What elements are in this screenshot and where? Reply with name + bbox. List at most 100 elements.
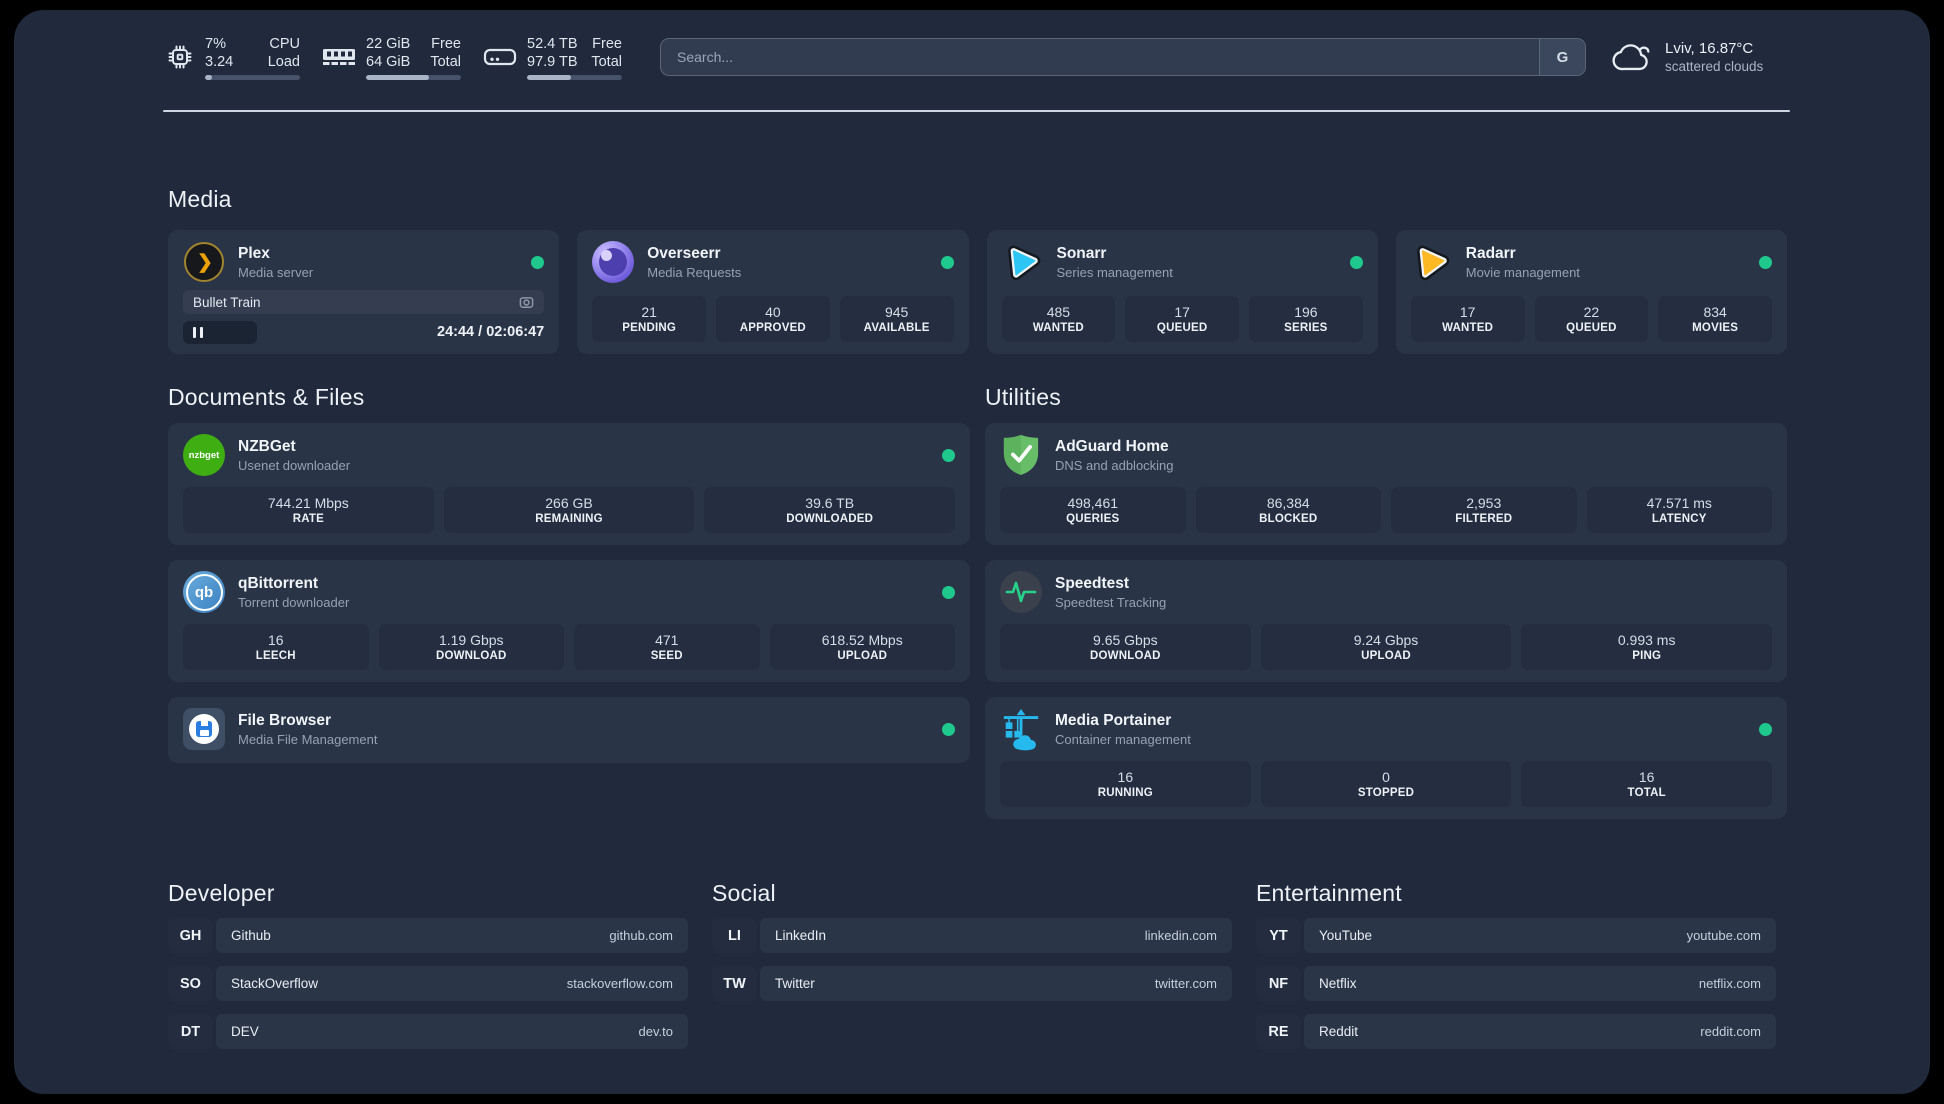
app-card-adguard[interactable]: AdGuard Home DNS and adblocking 498,461 Q… bbox=[985, 423, 1787, 545]
cpu-load-value: 3.24 bbox=[205, 53, 234, 70]
adguard-icon bbox=[1000, 434, 1042, 476]
now-playing-row: Bullet Train bbox=[183, 290, 545, 314]
header-divider bbox=[163, 110, 1790, 112]
app-card-filebrowser[interactable]: File Browser Media File Management bbox=[168, 697, 970, 763]
app-subtitle: Media File Management bbox=[238, 731, 378, 747]
app-card-portainer[interactable]: Media Portainer Container management 16 R… bbox=[985, 697, 1787, 819]
bookmark-abbr: LI bbox=[712, 918, 757, 953]
stat-ping: 0.993 ms PING bbox=[1521, 624, 1773, 670]
bookmark-name: Github bbox=[231, 928, 271, 943]
app-subtitle: DNS and adblocking bbox=[1055, 457, 1174, 473]
stat-wanted: 17 WANTED bbox=[1410, 296, 1525, 342]
disk-free-value: 52.4 TB bbox=[527, 35, 578, 52]
total-label: Total bbox=[591, 53, 622, 70]
stat-pending: 21 PENDING bbox=[592, 296, 706, 342]
app-card-nzbget[interactable]: nzbget NZBGet Usenet downloader 744.21 M… bbox=[168, 423, 970, 545]
section-title-developer: Developer bbox=[168, 880, 275, 906]
stat-movies: 834 MOVIES bbox=[1658, 296, 1772, 342]
app-subtitle: Speedtest Tracking bbox=[1055, 594, 1167, 610]
developer-links: GH Github github.com SO StackOverflow stac… bbox=[168, 918, 688, 1049]
stat-running: 16 RUNNING bbox=[1000, 761, 1251, 807]
app-card-speedtest[interactable]: Speedtest Speedtest Tracking 9.65 Gbps DO… bbox=[985, 560, 1787, 682]
filebrowser-icon bbox=[183, 708, 225, 750]
stat-upload: 618.52 Mbps UPLOAD bbox=[769, 624, 955, 670]
bookmark-linkedin[interactable]: LI LinkedIn linkedin.com bbox=[712, 918, 1232, 953]
status-dot bbox=[940, 255, 954, 269]
section-title-entertainment: Entertainment bbox=[1256, 880, 1402, 906]
memory-stat: 22 GiB Free 64 GiB Total bbox=[322, 35, 461, 80]
sonarr-icon bbox=[1002, 241, 1044, 283]
free-label: Free bbox=[431, 35, 461, 52]
stat-seed: 471 SEED bbox=[574, 624, 760, 670]
search-provider-button[interactable]: G bbox=[1539, 39, 1585, 75]
bookmark-dev[interactable]: DT DEV dev.to bbox=[168, 1014, 688, 1049]
stat-downloaded: 39.6 TB DOWNLOADED bbox=[704, 487, 956, 533]
search-input[interactable] bbox=[661, 39, 1539, 75]
stat-stopped: 0 STOPPED bbox=[1260, 761, 1512, 807]
section-title-utilities: Utilities bbox=[985, 384, 1061, 410]
bookmark-abbr: NF bbox=[1256, 966, 1301, 1001]
app-name: Radarr bbox=[1465, 244, 1516, 262]
app-name: File Browser bbox=[238, 711, 332, 729]
status-dot bbox=[942, 448, 955, 462]
bookmark-reddit[interactable]: RE Reddit reddit.com bbox=[1256, 1014, 1776, 1049]
status-dot bbox=[1349, 255, 1363, 269]
stat-download: 9.65 Gbps DOWNLOAD bbox=[1000, 624, 1251, 670]
weather-condition: scattered clouds bbox=[1665, 58, 1764, 74]
disk-progress-bar bbox=[527, 74, 622, 80]
camera-icon bbox=[519, 296, 534, 308]
app-card-radarr[interactable]: Radarr Movie management 17 WANTED 22 QUEUE… bbox=[1395, 230, 1787, 354]
bookmark-github[interactable]: GH Github github.com bbox=[168, 918, 688, 953]
bookmark-abbr: DT bbox=[168, 1014, 213, 1049]
portainer-icon bbox=[1000, 708, 1042, 751]
stat-series: 196 SERIES bbox=[1249, 296, 1363, 342]
nzbget-icon: nzbget bbox=[183, 434, 225, 476]
media-grid: ❯ Plex Media server Bullet Train 24:44 /… bbox=[168, 230, 1787, 354]
stat-blocked: 86,384 BLOCKED bbox=[1195, 487, 1381, 533]
cpu-progress-bar bbox=[205, 74, 300, 80]
memory-free-value: 22 GiB bbox=[366, 35, 411, 52]
memory-progress-bar bbox=[366, 74, 461, 80]
app-subtitle: Container management bbox=[1055, 731, 1191, 747]
app-card-plex[interactable]: ❯ Plex Media server Bullet Train 24:44 /… bbox=[168, 230, 560, 354]
weather-widget: Lviv, 16.87°C scattered clouds bbox=[1612, 39, 1790, 76]
stat-available: 945 AVAILABLE bbox=[839, 296, 954, 342]
entertainment-links: YT YouTube youtube.com NF Netflix netflix.… bbox=[1256, 918, 1776, 1049]
app-card-overseerr[interactable]: Overseerr Media Requests 21 PENDING 40 APP… bbox=[577, 230, 969, 354]
bookmark-stackoverflow[interactable]: SO StackOverflow stackoverflow.com bbox=[168, 966, 688, 1001]
app-subtitle: Series management bbox=[1056, 264, 1173, 280]
free-label: Free bbox=[592, 35, 622, 52]
stat-total: 16 TOTAL bbox=[1521, 761, 1773, 807]
stat-latency: 47.571 ms LATENCY bbox=[1586, 487, 1772, 533]
app-card-qbittorrent[interactable]: qb qBittorrent Torrent downloader 16 LEEC… bbox=[168, 560, 970, 682]
stat-rate: 744.21 Mbps RATE bbox=[183, 487, 434, 533]
stat-queued: 17 QUEUED bbox=[1125, 296, 1239, 342]
overseerr-icon bbox=[592, 241, 635, 283]
disk-total-value: 97.9 TB bbox=[527, 53, 578, 70]
stat-leech: 16 LEECH bbox=[183, 624, 369, 670]
bookmark-netflix[interactable]: NF Netflix netflix.com bbox=[1256, 966, 1776, 1001]
app-subtitle: Movie management bbox=[1465, 264, 1580, 280]
bookmark-abbr: YT bbox=[1256, 918, 1301, 953]
stat-wanted: 485 WANTED bbox=[1001, 296, 1116, 342]
bookmark-twitter[interactable]: TW Twitter twitter.com bbox=[712, 966, 1232, 1001]
app-subtitle: Media Requests bbox=[647, 264, 742, 280]
cpu-label: CPU bbox=[269, 35, 300, 52]
pause-button[interactable] bbox=[183, 320, 257, 344]
app-card-sonarr[interactable]: Sonarr Series management 485 WANTED 17 QUE… bbox=[986, 230, 1378, 354]
status-dot bbox=[1759, 722, 1772, 736]
stat-download: 1.19 Gbps DOWNLOAD bbox=[378, 624, 564, 670]
stat-upload: 9.24 Gbps UPLOAD bbox=[1260, 624, 1512, 670]
stat-filtered: 2,953 FILTERED bbox=[1391, 487, 1577, 533]
bookmark-abbr: RE bbox=[1256, 1014, 1301, 1049]
cpu-usage-value: 7% bbox=[205, 35, 226, 52]
memory-icon bbox=[323, 49, 355, 65]
player-controls: 24:44 / 02:06:47 bbox=[183, 320, 544, 344]
app-name: qBittorrent bbox=[238, 574, 319, 592]
cloud-icon bbox=[1612, 43, 1650, 70]
bookmark-youtube[interactable]: YT YouTube youtube.com bbox=[1256, 918, 1776, 953]
app-name: NZBGet bbox=[238, 437, 296, 455]
radarr-icon bbox=[1411, 241, 1453, 283]
playback-time: 24:44 / 02:06:47 bbox=[437, 324, 545, 340]
bookmark-name: YouTube bbox=[1319, 928, 1373, 943]
